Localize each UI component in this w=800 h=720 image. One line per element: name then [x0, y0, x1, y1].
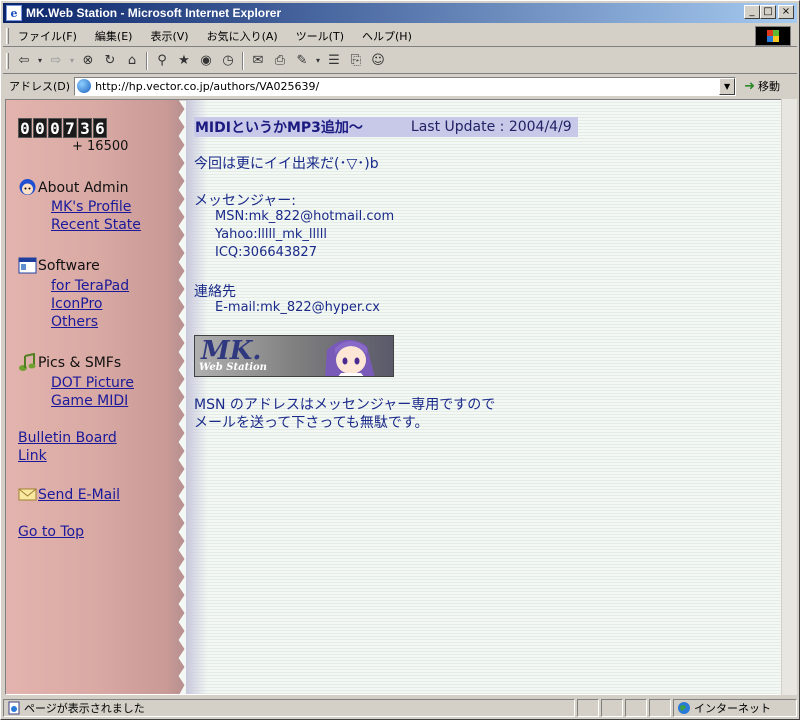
status-main: ページが表示されました: [3, 699, 575, 717]
menu-favorites[interactable]: お気に入り(A): [198, 28, 287, 44]
forward-dropdown-icon[interactable]: ▾: [67, 51, 77, 71]
messenger-icon[interactable]: ☺: [367, 51, 389, 71]
counter-digit: 7: [63, 118, 77, 138]
go-button[interactable]: ➜ 移動: [744, 78, 780, 94]
counter-digit: 0: [48, 118, 62, 138]
address-input[interactable]: http://hp.vector.co.jp/authors/VA025639/…: [74, 76, 737, 96]
link-recent-state[interactable]: Recent State: [51, 217, 141, 233]
link-link[interactable]: Link: [18, 448, 47, 464]
send-email-row[interactable]: Send E-Mail: [18, 485, 120, 504]
vertical-scrollbar[interactable]: [781, 99, 797, 695]
refresh-icon[interactable]: ↻: [99, 51, 121, 71]
pics-smfs-header: Pics & SMFs: [18, 353, 121, 372]
close-button[interactable]: ×: [778, 5, 794, 19]
messenger-header: メッセンジャー:: [194, 193, 297, 209]
toolbar: ⇦ ▾ ⇨ ▾ ⊗ ↻ ⌂ ⚲ ★ ◉ ◷ ✉ ⎙ ✎ ▾ ☰ ⎘ ☺: [3, 48, 797, 74]
edit-icon[interactable]: ✎: [291, 51, 313, 71]
stop-icon[interactable]: ⊗: [77, 51, 99, 71]
back-dropdown-icon[interactable]: ▾: [35, 51, 45, 71]
security-zone: インターネット: [673, 699, 797, 717]
go-arrow-icon: ➜: [744, 78, 755, 94]
windows-logo-icon: [755, 26, 791, 46]
search-icon[interactable]: ⚲: [151, 51, 173, 71]
envelope-icon: [18, 485, 37, 504]
research-icon[interactable]: ⎘: [345, 51, 367, 71]
link-game-midi[interactable]: Game MIDI: [51, 393, 128, 409]
banner-subtitle: Web Station: [199, 362, 267, 373]
page-icon: [77, 79, 92, 93]
media-icon[interactable]: ◉: [195, 51, 217, 71]
link-bulletin-board[interactable]: Bulletin Board: [18, 430, 117, 446]
address-dropdown-icon[interactable]: ▼: [719, 77, 736, 95]
site-banner[interactable]: MK. Web Station: [194, 335, 394, 377]
link-go-to-top[interactable]: Go to Top: [18, 524, 84, 540]
counter-digit: 0: [18, 118, 32, 138]
note-line-2: メールを送って下さっても無駄です。: [194, 415, 429, 431]
maximize-button[interactable]: □: [760, 5, 776, 19]
menu-help[interactable]: ヘルプ(H): [353, 28, 421, 44]
back-icon[interactable]: ⇦: [13, 51, 35, 71]
ie-icon: e: [6, 5, 22, 21]
minimize-button[interactable]: _: [744, 5, 760, 19]
software-label: Software: [38, 257, 100, 274]
status-bar: ページが表示されました インターネット: [3, 698, 797, 718]
link-mk-profile[interactable]: MK's Profile: [51, 199, 131, 215]
menu-bar: ファイル(F) 編集(E) 表示(V) お気に入り(A) ツール(T) ヘルプ(…: [3, 25, 797, 47]
software-window-icon: [18, 256, 37, 275]
zone-label: インターネット: [694, 702, 771, 715]
link-dot-picture[interactable]: DOT Picture: [51, 375, 134, 391]
link-send-email[interactable]: Send E-Mail: [38, 487, 120, 503]
history-icon[interactable]: ◷: [217, 51, 239, 71]
admin-avatar-icon: [18, 178, 37, 197]
counter-digit: 0: [33, 118, 47, 138]
msn-address: MSN:mk_822@hotmail.com: [215, 209, 395, 224]
globe-icon: [678, 702, 690, 714]
browser-window: e MK.Web Station - Microsoft Internet Ex…: [0, 0, 800, 720]
email-address: E-mail:mk_822@hyper.cx: [215, 300, 380, 315]
news-line: 今回は更にイイ出来だ(･▽･)b: [194, 156, 379, 172]
edit-dropdown-icon[interactable]: ▾: [313, 51, 323, 71]
pics-smfs-label: Pics & SMFs: [38, 354, 122, 371]
address-url: http://hp.vector.co.jp/authors/VA025639/: [95, 79, 320, 93]
anime-character-icon: [325, 340, 375, 376]
yahoo-address: Yahoo:lllll_mk_lllll: [215, 227, 327, 242]
counter-digit: 3: [78, 118, 92, 138]
forward-icon[interactable]: ⇨: [45, 51, 67, 71]
about-admin-header: About Admin: [18, 178, 128, 197]
title-bar: e MK.Web Station - Microsoft Internet Ex…: [3, 3, 797, 23]
contact-header: 連絡先: [194, 284, 236, 300]
link-iconpro[interactable]: IconPro: [51, 296, 102, 312]
menu-edit[interactable]: 編集(E): [86, 28, 142, 44]
last-update: Last Update : 2004/4/9: [410, 119, 572, 135]
page-content: 0 0 0 7 3 6 + 16500 About Admin MK's Pro…: [5, 99, 781, 695]
icq-number: ICQ:306643827: [215, 245, 317, 260]
link-others[interactable]: Others: [51, 314, 98, 330]
sidebar: 0 0 0 7 3 6 + 16500 About Admin MK's Pro…: [6, 100, 184, 694]
address-bar: アドレス(D) http://hp.vector.co.jp/authors/V…: [3, 75, 797, 97]
software-header: Software: [18, 256, 100, 275]
print-icon[interactable]: ⎙: [269, 51, 291, 71]
address-label: アドレス(D): [9, 80, 71, 93]
home-icon[interactable]: ⌂: [121, 51, 143, 71]
about-admin-label: About Admin: [38, 179, 129, 196]
link-for-terapad[interactable]: for TeraPad: [51, 278, 129, 294]
news-headline: MIDIというかMP3追加～ Last Update : 2004/4/9: [194, 117, 578, 137]
menu-file[interactable]: ファイル(F): [9, 28, 86, 44]
counter-offset: + 16500: [72, 139, 129, 154]
note-line-1: MSN のアドレスはメッセンジャー専用ですので: [194, 397, 496, 413]
menu-view[interactable]: 表示(V): [141, 28, 197, 44]
headline-title: MIDIというかMP3追加～: [195, 120, 363, 136]
mail-icon[interactable]: ✉: [247, 51, 269, 71]
go-label: 移動: [757, 80, 780, 93]
favorites-icon[interactable]: ★: [173, 51, 195, 71]
page-done-icon: [8, 701, 20, 715]
window-title: MK.Web Station - Microsoft Internet Expl…: [26, 6, 282, 20]
menu-tools[interactable]: ツール(T): [287, 28, 353, 44]
hit-counter: 0 0 0 7 3 6: [18, 118, 107, 138]
counter-digit: 6: [93, 118, 107, 138]
discuss-icon[interactable]: ☰: [323, 51, 345, 71]
status-text: ページが表示されました: [24, 702, 145, 715]
music-note-icon: [18, 353, 37, 372]
